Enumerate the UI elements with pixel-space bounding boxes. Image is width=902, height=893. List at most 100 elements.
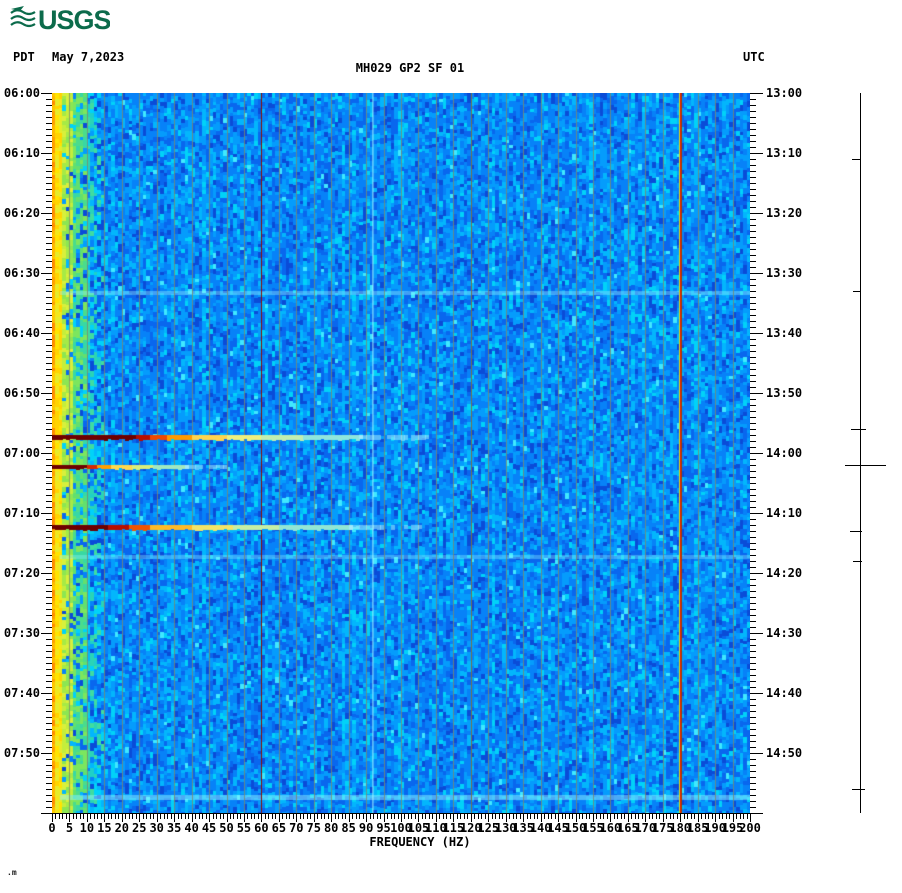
right-time-tick	[750, 693, 763, 694]
left-time-tick	[46, 441, 52, 442]
right-time-tick	[750, 543, 756, 544]
left-time-tick	[41, 153, 52, 154]
right-time-tick	[750, 441, 756, 442]
left-time-tick	[46, 477, 52, 478]
right-time-tick	[750, 807, 756, 808]
left-time-tick	[46, 561, 52, 562]
side-trace-mark	[852, 159, 861, 160]
right-time-tick	[750, 627, 756, 628]
right-time-tick	[750, 729, 756, 730]
right-time-tick	[750, 225, 756, 226]
left-time-tick	[46, 345, 52, 346]
right-time-tick	[750, 297, 756, 298]
freq-tick-label: 5	[65, 821, 74, 835]
left-time-tick	[46, 555, 52, 556]
left-time-tick	[46, 405, 52, 406]
left-time-tick	[46, 267, 52, 268]
left-time-tick	[46, 489, 52, 490]
left-time-tick	[46, 375, 52, 376]
left-time-tick	[46, 141, 52, 142]
freq-tick-label: 70	[289, 821, 304, 835]
right-time-tick	[750, 657, 756, 658]
left-time-tick	[46, 339, 52, 340]
side-trace-mark	[852, 789, 865, 790]
left-time-tick	[41, 213, 52, 214]
left-time-tick	[46, 627, 52, 628]
left-time-tick	[46, 429, 52, 430]
freq-tick-label: 50	[219, 821, 234, 835]
left-time-tick	[46, 765, 52, 766]
left-time-tick	[46, 99, 52, 100]
right-time-label: 13:00	[766, 86, 803, 100]
left-time-tick	[46, 651, 52, 652]
left-time-tick	[46, 105, 52, 106]
right-time-tick	[750, 771, 756, 772]
left-time-tick	[46, 417, 52, 418]
date-label: May 7,2023	[52, 50, 125, 64]
left-time-tick	[46, 639, 52, 640]
right-time-tick	[750, 573, 763, 574]
left-time-tick	[46, 303, 52, 304]
left-time-tick	[46, 585, 52, 586]
right-time-tick	[750, 333, 763, 334]
left-time-tick	[46, 699, 52, 700]
left-time-tick	[46, 249, 52, 250]
left-time-tick	[46, 807, 52, 808]
x-axis-line	[52, 813, 750, 814]
left-time-tick	[46, 231, 52, 232]
x-axis-title: FREQUENCY (HZ)	[369, 835, 471, 849]
left-time-tick	[46, 723, 52, 724]
left-time-tick	[46, 171, 52, 172]
left-time-tick	[41, 93, 52, 94]
right-time-tick	[750, 699, 756, 700]
left-time-tick	[46, 657, 52, 658]
right-time-tick	[750, 321, 756, 322]
left-time-tick	[46, 219, 52, 220]
left-time-tick	[46, 549, 52, 550]
freq-tick-label: 10	[79, 821, 95, 835]
left-time-tick	[41, 393, 52, 394]
right-time-tick	[750, 267, 756, 268]
left-time-label: 07:00	[3, 446, 40, 460]
left-time-tick	[46, 579, 52, 580]
left-time-label: 06:00	[3, 86, 40, 100]
freq-tick-label: 30	[149, 821, 164, 835]
left-time-tick	[46, 759, 52, 760]
right-time-tick	[750, 423, 756, 424]
left-time-tick	[46, 567, 52, 568]
right-time-tick	[750, 219, 756, 220]
left-time-tick	[46, 609, 52, 610]
left-time-tick	[46, 471, 52, 472]
chart-title: MH029 GP2 SF 01	[355, 61, 465, 75]
left-time-tick	[46, 543, 52, 544]
right-time-tick	[750, 303, 756, 304]
right-time-tick	[750, 705, 756, 706]
left-time-label: 06:30	[3, 266, 40, 280]
right-time-tick	[750, 327, 756, 328]
right-time-tick	[750, 477, 756, 478]
right-time-tick	[750, 207, 756, 208]
right-time-tick	[750, 765, 756, 766]
freq-tick-label: 95	[376, 821, 391, 835]
freq-tick-label: 60	[254, 821, 269, 835]
left-time-tick	[46, 411, 52, 412]
right-time-tick	[750, 495, 756, 496]
usgs-logo-text: USGS	[38, 5, 110, 32]
left-time-tick	[46, 675, 52, 676]
freq-tick-label: 80	[323, 821, 339, 835]
right-time-tick	[750, 663, 756, 664]
left-time-label: 06:50	[3, 386, 40, 400]
right-time-label: 14:00	[766, 446, 803, 460]
right-time-tick	[750, 783, 756, 784]
right-time-tick	[750, 339, 756, 340]
right-time-tick	[750, 711, 756, 712]
right-time-tick	[750, 141, 756, 142]
side-trace-mark	[845, 465, 886, 466]
right-time-tick	[750, 243, 756, 244]
left-time-tick	[46, 363, 52, 364]
left-time-tick	[46, 621, 52, 622]
left-time-tick	[46, 423, 52, 424]
right-time-tick	[750, 417, 756, 418]
right-time-tick	[750, 555, 756, 556]
left-time-tick	[46, 309, 52, 310]
